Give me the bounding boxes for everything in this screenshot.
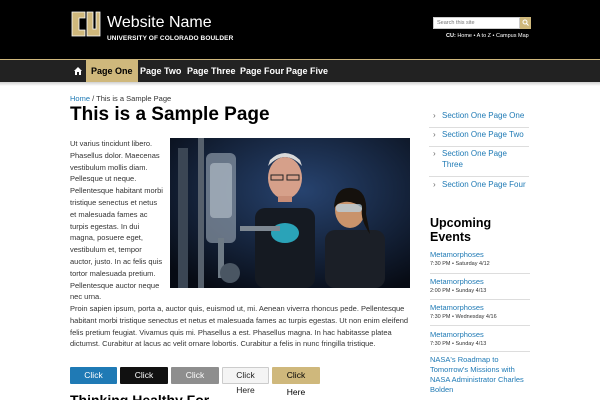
lab-photo [170,138,410,288]
chevron-right-icon: › [433,130,436,139]
event-item[interactable]: Metamorphoses 7:30 PM • Saturday 4/12 [430,250,530,269]
cu-logo-icon[interactable] [70,9,102,39]
search-button[interactable] [520,17,531,29]
chevron-right-icon: › [433,111,436,120]
lab-photo-illustration [170,138,410,288]
sidebar-item-label: Section One Page Two [442,130,524,139]
body-paragraph: Proin sapien ipsum, porta a, auctor quis… [70,304,409,349]
breadcrumb-home[interactable]: Home [70,94,90,103]
event-title[interactable]: Metamorphoses [430,277,530,287]
event-title[interactable]: NASA's Roadmap to Tomorrow's Missions wi… [430,355,530,395]
event-item[interactable]: NASA's Roadmap to Tomorrow's Missions wi… [430,355,530,395]
event-divider [430,325,530,326]
sidebar-item-label: Section One Page Four [442,180,526,189]
click-here-button-gold[interactable]: Click Here [272,367,320,397]
nav-shadow [0,82,600,86]
event-meta: 2:00 PM • Sunday 4/13 [430,288,487,294]
nav-item-page-five[interactable]: Page Five [281,60,333,82]
intro-paragraph: Ut varius tincidunt libero. Phasellus do… [70,139,163,302]
sidebar-item-page-three[interactable]: › Section One Page Three [429,148,529,177]
event-item[interactable]: Metamorphoses 7:30 PM • Sunday 4/13 [430,330,530,349]
event-title[interactable]: Metamorphoses [430,330,530,340]
sidebar-item-label: Section One Page One [442,111,525,120]
event-meta: 7:30 PM • Saturday 4/12 [430,261,490,267]
event-title[interactable]: Metamorphoses [430,250,530,260]
search-icon [522,19,529,26]
event-meta: 7:30 PM • Sunday 4/13 [430,341,487,347]
event-item[interactable]: Metamorphoses 7:30 PM • Wednesday 4/16 [430,303,530,322]
site-name[interactable]: Website Name [107,13,212,33]
home-icon [74,67,82,75]
breadcrumb: Home / This is a Sample Page [70,94,171,103]
event-divider [430,351,530,352]
click-here-button-white[interactable]: Click Here [222,367,269,395]
click-here-button-gray[interactable]: Click Here [171,367,219,397]
event-meta: 7:30 PM • Wednesday 4/16 [430,314,497,320]
event-divider [430,273,530,274]
click-here-button-blue[interactable]: Click Here [70,367,117,397]
event-item[interactable]: Metamorphoses 2:00 PM • Sunday 4/13 [430,277,530,296]
section-heading: Thinking Healthy For [70,392,210,400]
top-links-prefix: CU: [446,33,456,39]
chevron-right-icon: › [433,180,436,189]
nav-item-page-three[interactable]: Page Three [182,60,241,82]
cu-top-links: CU: Home • A to Z • Campus Map [446,33,529,39]
home-nav-link[interactable] [70,60,86,82]
sidebar-item-page-one[interactable]: › Section One Page One [429,110,529,128]
event-title[interactable]: Metamorphoses [430,303,530,313]
sidebar-item-page-two[interactable]: › Section One Page Two [429,129,529,147]
nav-item-page-two[interactable]: Page Two [135,60,186,82]
click-here-button-black[interactable]: Click Here [120,367,168,397]
page-title: This is a Sample Page [70,104,270,125]
chevron-right-icon: › [433,149,436,158]
search-input[interactable] [433,17,520,29]
nav-item-page-one[interactable]: Page One [86,60,138,82]
university-name[interactable]: UNIVERSITY OF COLORADO BOULDER [107,35,233,42]
top-links-list[interactable]: Home • A to Z • Campus Map [457,33,528,39]
event-divider [430,299,530,300]
sidebar-item-label: Section One Page Three [442,149,507,169]
sidebar-item-page-four[interactable]: › Section One Page Four [429,179,529,206]
breadcrumb-current: This is a Sample Page [96,94,172,103]
upcoming-events-heading: Upcoming Events [430,216,492,244]
